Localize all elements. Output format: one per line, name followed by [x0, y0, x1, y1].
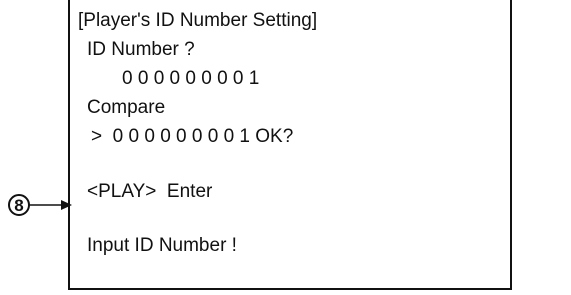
play-enter-instruction: <PLAY> Enter [87, 181, 213, 202]
screen-title: [Player's ID Number Setting] [78, 10, 318, 31]
input-id-prompt: Input ID Number ! [87, 235, 237, 256]
callout-arrow: 8 [8, 194, 72, 216]
arrow-head-icon [61, 200, 72, 210]
compare-label: Compare [87, 97, 166, 118]
id-number-prompt: ID Number ? [87, 39, 195, 60]
id-number-value: 0 0 0 0 0 0 0 0 1 [122, 68, 260, 89]
id-setting-screen: [Player's ID Number Setting] ID Number ?… [68, 0, 512, 290]
callout-number: 8 [14, 196, 23, 215]
compare-value: > 0 0 0 0 0 0 0 0 1 OK? [91, 126, 294, 147]
